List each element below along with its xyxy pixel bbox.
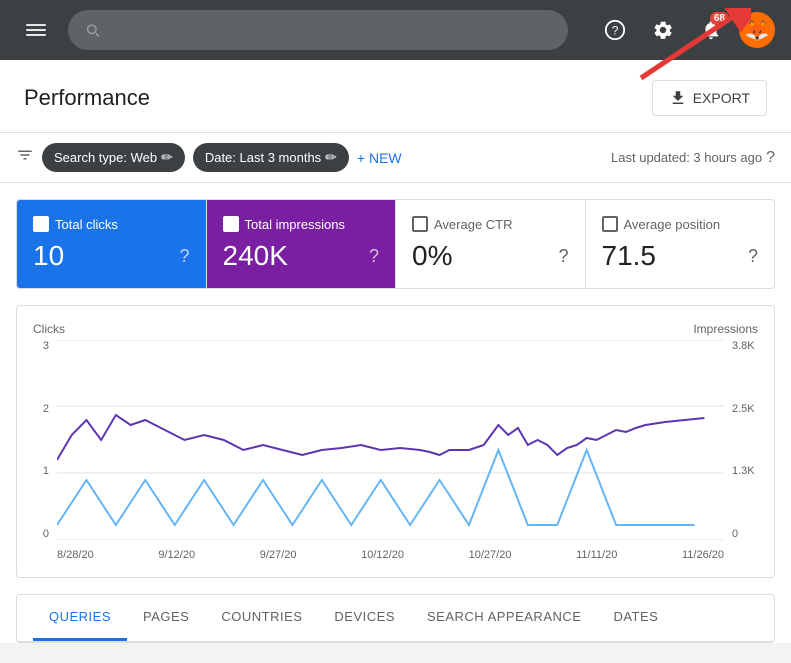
position-value: 71.5 <box>602 240 657 272</box>
y-axis-left: 3 2 1 0 <box>33 340 53 540</box>
avg-ctr-card[interactable]: Average CTR 0% ? <box>396 200 586 288</box>
search-input[interactable] <box>109 22 552 38</box>
export-button[interactable]: EXPORT <box>652 80 767 116</box>
ctr-value: 0% <box>412 240 452 272</box>
metrics-row: ✓ Total clicks 10 ? ✓ Total impressions <box>16 199 775 289</box>
chart-svg <box>57 340 724 540</box>
clicks-checkbox[interactable]: ✓ <box>33 216 49 232</box>
filters-row: Search type: Web ✏ Date: Last 3 months ✏… <box>0 133 791 183</box>
position-label: Average position <box>624 217 721 232</box>
date-range-filter[interactable]: Date: Last 3 months ✏ <box>193 143 349 172</box>
y-left-label: Clicks <box>33 322 65 336</box>
impressions-label: Total impressions <box>245 217 345 232</box>
date-range-label: Date: Last 3 months <box>205 150 321 165</box>
impressions-value: 240K <box>223 240 288 272</box>
tabs-section: QUERIES PAGES COUNTRIES DEVICES SEARCH A… <box>16 594 775 643</box>
export-label: EXPORT <box>693 90 750 106</box>
svg-text:?: ? <box>612 24 619 38</box>
add-new-button[interactable]: + NEW <box>357 150 402 166</box>
edit-search-type-icon: ✏ <box>161 149 173 166</box>
position-checkbox[interactable] <box>602 216 618 232</box>
hamburger-menu[interactable] <box>16 10 56 50</box>
search-bar[interactable] <box>68 10 568 50</box>
tab-queries[interactable]: QUERIES <box>33 595 127 641</box>
top-nav: ? 68 🦊 <box>0 0 791 60</box>
x-axis-labels: 8/28/20 9/12/20 9/27/20 10/12/20 10/27/2… <box>57 549 724 561</box>
help-button[interactable]: ? <box>595 10 635 50</box>
add-new-label: + NEW <box>357 150 402 166</box>
settings-icon <box>652 19 674 41</box>
impressions-help-icon[interactable]: ? <box>369 246 379 267</box>
help-icon: ? <box>604 19 626 41</box>
page-title: Performance <box>24 85 150 111</box>
position-help-icon[interactable]: ? <box>748 246 758 267</box>
last-updated: Last updated: 3 hours ago ? <box>611 149 775 167</box>
total-clicks-card[interactable]: ✓ Total clicks 10 ? <box>17 200 207 288</box>
y-axis-right: 3.8K 2.5K 1.3K 0 <box>728 340 758 540</box>
last-updated-text: Last updated: 3 hours ago <box>611 150 762 165</box>
settings-button[interactable] <box>643 10 683 50</box>
impressions-checkbox[interactable]: ✓ <box>223 216 239 232</box>
tab-dates[interactable]: DATES <box>597 595 674 641</box>
ctr-help-icon[interactable]: ? <box>558 246 568 267</box>
clicks-value: 10 <box>33 240 64 272</box>
avatar[interactable]: 🦊 <box>739 12 775 48</box>
performance-header: Performance EXPORT <box>0 60 791 133</box>
tab-pages[interactable]: PAGES <box>127 595 205 641</box>
y-right-label: Impressions <box>693 322 758 336</box>
chart-container: Clicks Impressions 3 2 1 0 <box>16 305 775 578</box>
main-content: Performance EXPORT Search type: Web ✏ Da… <box>0 60 791 643</box>
ctr-checkbox[interactable] <box>412 216 428 232</box>
notifications-button[interactable]: 68 <box>691 10 731 50</box>
avg-position-card[interactable]: Average position 71.5 ? <box>586 200 775 288</box>
tab-countries[interactable]: COUNTRIES <box>205 595 318 641</box>
filter-icon[interactable] <box>16 146 34 169</box>
edit-date-icon: ✏ <box>325 149 337 166</box>
ctr-label: Average CTR <box>434 217 513 232</box>
search-icon <box>84 21 101 39</box>
export-icon <box>669 89 687 107</box>
search-type-label: Search type: Web <box>54 150 157 165</box>
chart-svg-area: 8/28/20 9/12/20 9/27/20 10/12/20 10/27/2… <box>57 340 724 561</box>
search-type-filter[interactable]: Search type: Web ✏ <box>42 143 185 172</box>
clicks-label: Total clicks <box>55 217 118 232</box>
nav-icons: ? 68 🦊 <box>595 10 775 50</box>
clicks-help-icon[interactable]: ? <box>179 246 189 267</box>
tab-search-appearance[interactable]: SEARCH APPEARANCE <box>411 595 597 641</box>
tab-devices[interactable]: DEVICES <box>318 595 411 641</box>
tabs-row: QUERIES PAGES COUNTRIES DEVICES SEARCH A… <box>17 595 774 642</box>
total-impressions-card[interactable]: ✓ Total impressions 240K ? <box>207 200 397 288</box>
last-updated-help-icon[interactable]: ? <box>766 149 775 167</box>
notification-badge: 68 <box>710 12 729 25</box>
